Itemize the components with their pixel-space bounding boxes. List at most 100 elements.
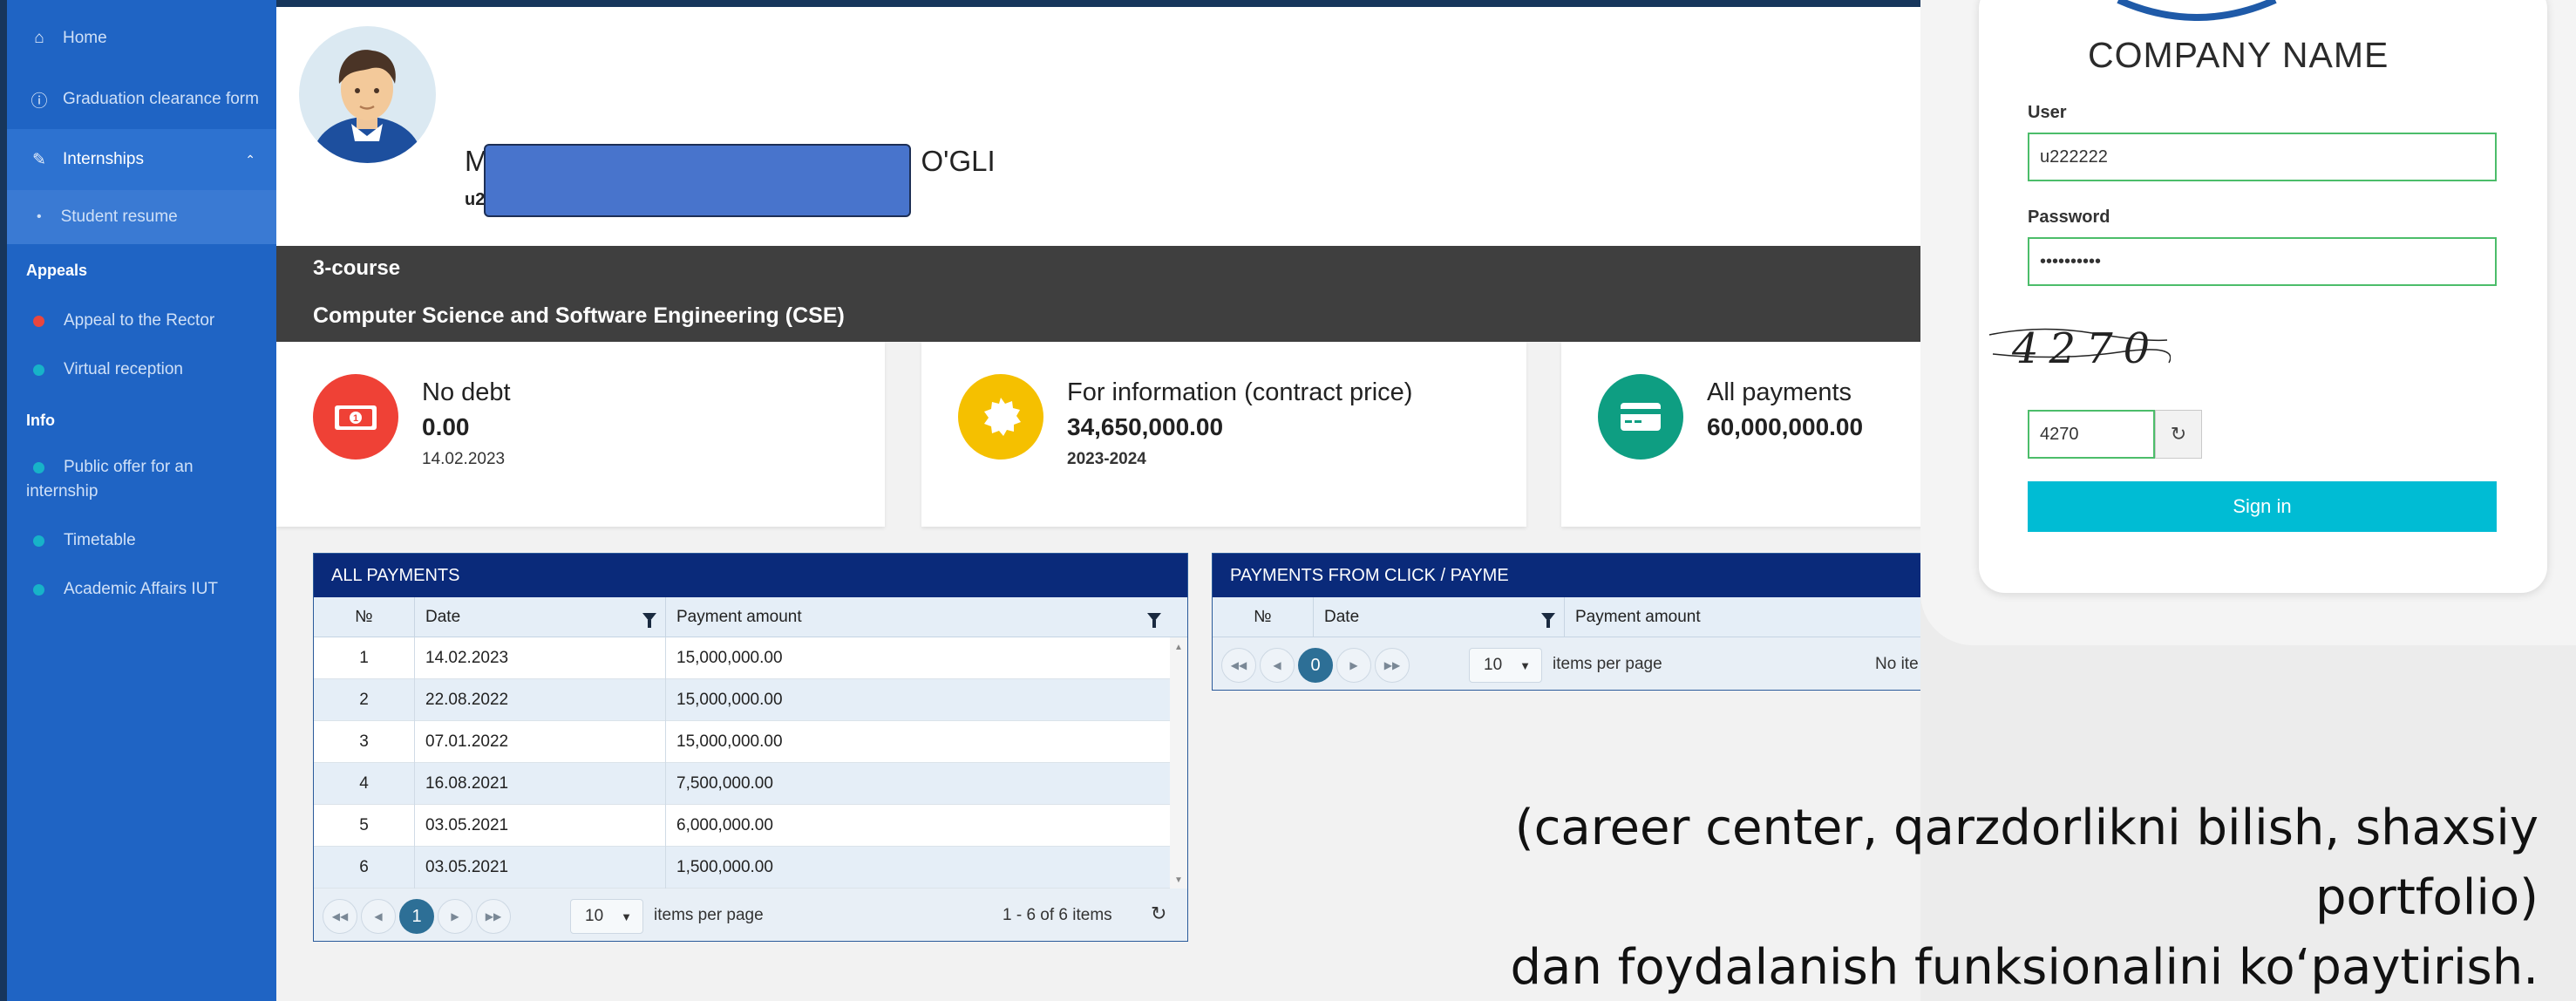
page-size-select[interactable]: 10 ▼ (570, 899, 643, 934)
first-page-button[interactable]: ◀◀ (323, 899, 357, 934)
items-per-page-label: items per page (654, 906, 764, 924)
sidebar-item-internships[interactable]: ✎ Internships ⌃ (7, 129, 276, 190)
click-payments-grid: PAYMENTS FROM CLICK / PAYME № Date Payme… (1212, 553, 1920, 691)
sidebar-item-timetable[interactable]: Timetable (7, 521, 276, 560)
sidebar: ⌂ Home ⓘ Graduation clearance form ✎ Int… (0, 0, 276, 1001)
course-band: 3-course Computer Science and Software E… (276, 246, 1920, 342)
slide-caption: (career center, qarzdorlikni bilish, sha… (1318, 793, 2539, 1001)
red-dot-icon (33, 315, 44, 327)
grid-pager: ◀◀ ◀ 1 ▶ ▶▶ 10 ▼ items per page 1 - 6 of… (314, 889, 1187, 941)
cell-amount: 1,500,000.00 (676, 858, 773, 876)
course-program: Computer Science and Software Engineerin… (313, 303, 845, 328)
next-page-button[interactable]: ▶ (1336, 648, 1371, 683)
info-icon: ⓘ (31, 92, 48, 111)
sidebar-item-resume[interactable]: • Student resume (7, 190, 276, 244)
table-row[interactable]: 1 14.02.2023 15,000,000.00 (314, 637, 1170, 679)
course-year: 3-course (313, 256, 401, 280)
cell-date: 03.05.2021 (415, 847, 666, 889)
column-amount[interactable]: Payment amount (666, 597, 1170, 637)
column-amount[interactable]: Payment amount (1565, 597, 1920, 637)
table-row[interactable]: 4 16.08.2021 7,500,000.00 (314, 763, 1170, 805)
card-value: 60,000,000.00 (1707, 413, 1864, 440)
grid-column-header: № Date Payment amount (1213, 597, 1920, 637)
sign-in-button[interactable]: Sign in (2028, 481, 2497, 532)
sidebar-item-academic[interactable]: Academic Affairs IUT (7, 570, 276, 609)
caption-line-2: dan foydalanish funksionalini ko‘paytiri… (1510, 939, 2539, 996)
grid-title: ALL PAYMENTS (314, 554, 1187, 597)
password-input[interactable]: •••••••••• (2028, 237, 2497, 286)
logo-swoosh-icon (2117, 0, 2277, 21)
cell-amount: 15,000,000.00 (676, 732, 783, 751)
cell-amount: 15,000,000.00 (676, 649, 783, 667)
filter-icon[interactable] (1147, 613, 1161, 628)
cell-date: 14.02.2023 (415, 637, 666, 679)
card-value: 0.00 (422, 413, 470, 440)
first-page-button[interactable]: ◀◀ (1221, 648, 1256, 683)
sidebar-item-graduation[interactable]: ⓘ Graduation clearance form (7, 80, 276, 119)
card-all-payments: All payments 60,000,000.00 (1561, 342, 1920, 527)
refresh-icon[interactable]: ↻ (1151, 902, 1166, 925)
captcha-refresh-button[interactable]: ↻ (2155, 410, 2202, 459)
card-sub: 14.02.2023 (422, 450, 506, 468)
student-id: u2 (465, 190, 486, 209)
cell-date: 03.05.2021 (415, 805, 666, 847)
prev-page-button[interactable]: ◀ (361, 899, 396, 934)
column-number[interactable]: № (314, 597, 415, 637)
cell-amount: 15,000,000.00 (676, 691, 783, 709)
pencil-icon: ✎ (32, 150, 46, 169)
user-input[interactable]: u222222 (2028, 133, 2497, 181)
table-row[interactable]: 5 03.05.2021 6,000,000.00 (314, 805, 1170, 847)
sidebar-item-label: Public offer for an internship (26, 458, 194, 500)
card-value: 34,650,000.00 (1067, 413, 1224, 440)
cell-amount: 7,500,000.00 (676, 774, 773, 793)
sidebar-item-label: Student resume (60, 208, 178, 226)
sidebar-item-label: Appeal to the Rector (64, 311, 215, 330)
grid-title: PAYMENTS FROM CLICK / PAYME (1213, 554, 1920, 597)
cell-number: 5 (314, 805, 415, 847)
card-title: No debt (422, 378, 511, 406)
table-row[interactable]: 6 03.05.2021 1,500,000.00 (314, 847, 1170, 889)
table-row[interactable]: 2 22.08.2022 15,000,000.00 (314, 679, 1170, 721)
cell-number: 3 (314, 721, 415, 763)
sidebar-item-virtual-reception[interactable]: Virtual reception (7, 351, 276, 389)
prev-page-button[interactable]: ◀ (1260, 648, 1295, 683)
items-summary: No ite (1875, 655, 1919, 673)
current-page-button[interactable]: 0 (1298, 648, 1333, 683)
current-page-button[interactable]: 1 (399, 899, 434, 934)
caption-line-1: (career center, qarzdorlikni bilish, sha… (1514, 800, 2539, 926)
captcha-input[interactable]: 4270 (2028, 410, 2155, 459)
page-size-select[interactable]: 10 ▼ (1469, 648, 1542, 683)
card-title: For information (contract price) (1067, 378, 1413, 406)
cell-amount: 6,000,000.00 (676, 816, 773, 834)
banknote-icon: 1 (335, 405, 377, 430)
vertical-scrollbar[interactable]: ▲ ▼ (1170, 637, 1187, 889)
sidebar-item-appeal-rector[interactable]: Appeal to the Rector (7, 302, 276, 340)
last-page-button[interactable]: ▶▶ (476, 899, 511, 934)
column-number[interactable]: № (1213, 597, 1314, 637)
grid-pager: ◀◀ ◀ 0 ▶ ▶▶ 10 ▼ items per page No ite (1213, 637, 1920, 690)
filter-icon[interactable] (642, 613, 656, 628)
profile-header: M O'GLI u2 (276, 7, 1920, 246)
next-page-button[interactable]: ▶ (438, 899, 472, 934)
items-summary: 1 - 6 of 6 items (1003, 906, 1112, 924)
filter-icon[interactable] (1541, 613, 1555, 628)
card-sub: 2023-2024 (1067, 450, 1146, 468)
cell-number: 2 (314, 679, 415, 721)
items-per-page-label: items per page (1553, 655, 1662, 673)
scroll-down-icon[interactable]: ▼ (1174, 875, 1183, 885)
cell-number: 6 (314, 847, 415, 889)
cell-date: 07.01.2022 (415, 721, 666, 763)
last-page-button[interactable]: ▶▶ (1375, 648, 1410, 683)
scroll-up-icon[interactable]: ▲ (1174, 643, 1183, 652)
teal-dot-icon (33, 583, 44, 596)
column-date[interactable]: Date (1314, 597, 1565, 637)
column-date[interactable]: Date (415, 597, 666, 637)
card-title: All payments (1707, 378, 1852, 406)
badge (958, 374, 1043, 460)
card-debt: 1 No debt 0.00 14.02.2023 (276, 342, 885, 527)
teal-dot-icon (33, 535, 44, 547)
table-row[interactable]: 3 07.01.2022 15,000,000.00 (314, 721, 1170, 763)
sidebar-item-public-offer[interactable]: Public offer for an internship (7, 453, 276, 509)
sidebar-item-home[interactable]: ⌂ Home (7, 19, 276, 58)
sidebar-item-label: Internships (63, 150, 144, 168)
